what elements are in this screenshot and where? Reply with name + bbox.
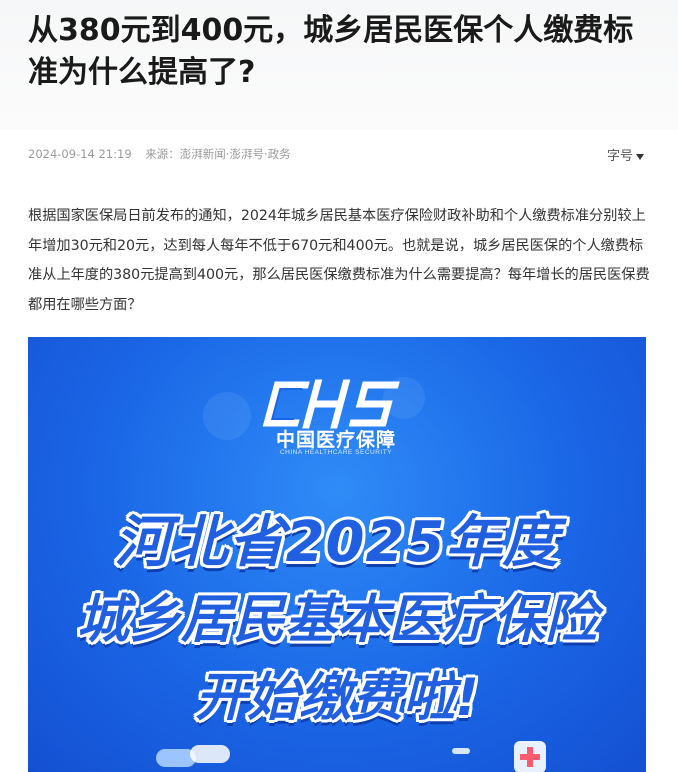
poster-headline-2: 城乡居民基本医疗保险 [76, 590, 597, 650]
font-size-button[interactable]: 字号 [607, 145, 644, 164]
medical-cross-icon [514, 741, 546, 772]
article-header: 从380元到400元，城乡居民医保个人缴费标准为什么提高了? [0, 0, 678, 130]
pill-icon [156, 745, 230, 767]
poster-headline-3: 开始缴费啦! [195, 668, 479, 728]
article-paragraph: 根据国家医保局日前发布的通知，2024年城乡居民基本医疗保险财政补助和个人缴费标… [28, 208, 650, 313]
caret-down-icon [636, 153, 644, 160]
article-title: 从380元到400元，城乡居民医保个人缴费标准为什么提高了? [28, 13, 634, 90]
dash-icon [452, 748, 470, 754]
article-image: 中国医疗保障 CHINA HEALTHCARE SECURITY 河北省2025… [28, 337, 646, 772]
poster-headline-1: 河北省2025年度 [114, 510, 560, 575]
publish-date: 2024-09-14 21:19 [28, 147, 132, 161]
decor-circle [203, 392, 251, 440]
logo-chinese-name: 中国医疗保障 [275, 429, 396, 451]
font-size-label: 字号 [606, 149, 633, 164]
article-source: 来源：澎湃新闻·澎湃号·政务 [145, 147, 291, 161]
article-meta: 2024-09-14 21:19 来源：澎湃新闻·澎湃号·政务 字号 [28, 146, 650, 164]
logo-english-name: CHINA HEALTHCARE SECURITY [279, 449, 393, 456]
